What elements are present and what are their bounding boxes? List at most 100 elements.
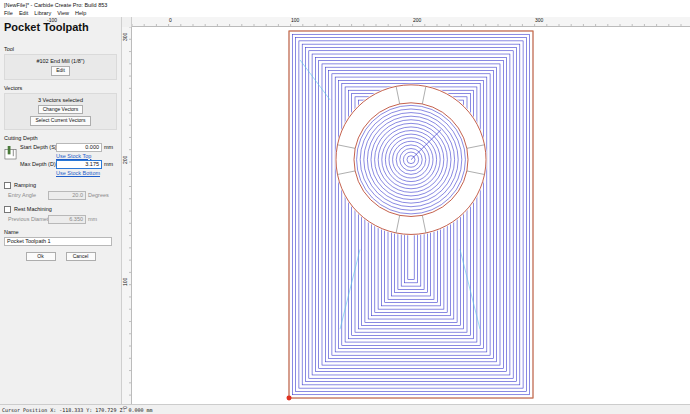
main-area: Pocket Toolpath Tool #102 End Mill (1/8"… xyxy=(0,17,690,404)
toolpath-pass xyxy=(312,54,510,375)
toolpath-pass xyxy=(385,126,438,302)
checkbox[interactable] xyxy=(4,206,11,213)
unit-label: Degrees xyxy=(88,192,109,198)
toolpath-pass xyxy=(345,87,477,342)
toolpath-pass xyxy=(342,84,480,346)
ring-tab xyxy=(422,215,426,233)
menu-bar: File Edit Library View Help xyxy=(0,9,690,17)
edit-tool-button[interactable]: Edit xyxy=(51,66,70,76)
left-ruler-ticks xyxy=(122,27,131,404)
checkbox-label: Ramping xyxy=(14,182,36,188)
field-label: Start Depth (S) xyxy=(20,144,54,150)
toolpath-pass xyxy=(292,34,529,394)
title-bar: [NewFile]* - Carbide Create Pro: Build 8… xyxy=(0,0,690,9)
vectors-group: 3 Vectors selected Change VectorsSelect … xyxy=(4,93,117,130)
rapid-move xyxy=(460,249,480,329)
toolpath-pass xyxy=(362,103,461,325)
menu-item[interactable]: File xyxy=(4,10,13,16)
ruler-label: 100 xyxy=(122,278,128,286)
name-label: Name xyxy=(4,229,117,235)
window-title: [NewFile]* - Carbide Create Pro: Build 8… xyxy=(4,2,107,8)
ring-tab xyxy=(467,145,485,149)
toolpath-pass xyxy=(355,97,467,332)
depth-input[interactable]: 3.175 xyxy=(56,160,102,169)
origin-marker-icon xyxy=(287,396,292,401)
field-label: Entry Angle xyxy=(8,192,46,198)
toolpath-pass xyxy=(352,94,471,336)
vectors-button[interactable]: Change Vectors xyxy=(38,105,84,115)
dialog-button[interactable]: Ok xyxy=(26,252,56,262)
workspace: -1000100200300 3002001000 xyxy=(122,17,690,404)
tool-name: #102 End Mill (1/8") xyxy=(36,58,84,64)
toolpath-pass xyxy=(398,140,424,290)
toolpath-pass xyxy=(296,38,527,392)
cutting-depth-label: Cutting Depth xyxy=(4,135,117,141)
ring-tab xyxy=(396,215,400,233)
vectors-label: Vectors xyxy=(4,85,117,91)
menu-item[interactable]: Edit xyxy=(19,10,28,16)
option-checkbox-row[interactable]: Rest Machining xyxy=(4,206,117,213)
checkbox[interactable] xyxy=(4,182,11,189)
rapid-move xyxy=(300,60,330,100)
toolpath-pass xyxy=(365,107,457,323)
toolpath-ring xyxy=(382,131,440,189)
toolpath-pass xyxy=(381,123,440,306)
option-input: 20.0 xyxy=(48,191,86,200)
toolpath-ring xyxy=(357,105,466,214)
toolpath-ring xyxy=(367,116,454,203)
toolpath-pass xyxy=(348,90,473,339)
toolpath-ring xyxy=(378,127,444,192)
vectors-summary: 3 Vectors selected xyxy=(38,97,83,103)
toolpath-pass xyxy=(306,47,517,381)
field-label: Previous Diameter xyxy=(8,216,46,222)
toolpath-pass xyxy=(332,74,490,355)
toolpath-pass xyxy=(322,64,500,365)
ring-tab xyxy=(337,171,355,175)
vectors-button[interactable]: Select Current Vectors xyxy=(30,116,90,126)
ruler-label: 100 xyxy=(291,17,299,23)
depth-input[interactable]: 0.000 xyxy=(56,143,102,152)
toolpath-pass xyxy=(315,57,506,371)
toolpath-pass xyxy=(401,143,421,286)
stock-link[interactable]: Use Stock Top xyxy=(20,153,117,159)
design-canvas[interactable] xyxy=(132,27,690,404)
ruler-label: 200 xyxy=(122,155,128,163)
unit-label: mm xyxy=(104,144,113,150)
menu-item[interactable]: View xyxy=(57,10,69,16)
ruler-label: 300 xyxy=(535,17,543,23)
toolpath-pass xyxy=(309,51,513,379)
stock-link[interactable]: Use Stock Bottom xyxy=(20,170,117,176)
depth-field-row: Start Depth (S) 0.000 mm xyxy=(20,143,117,152)
menu-item[interactable]: Help xyxy=(75,10,86,16)
toolpath-pass xyxy=(375,117,447,313)
toolpath-pass xyxy=(319,61,504,369)
menu-item[interactable]: Library xyxy=(34,10,51,16)
toolpath-pass xyxy=(408,149,414,279)
toolpath-ring xyxy=(375,123,448,196)
toolpath-pass xyxy=(335,77,487,352)
name-input[interactable]: Pocket Toolpath 1 xyxy=(4,237,112,246)
toolpath-pass xyxy=(372,113,451,315)
dialog-actions: Ok Cancel xyxy=(4,252,117,262)
ruler-label: 0 xyxy=(122,406,128,409)
outer-vector xyxy=(336,85,486,235)
inner-vector xyxy=(354,103,468,217)
ruler-label: 300 xyxy=(122,33,128,41)
toolpath-pass xyxy=(289,31,533,398)
rapid-move xyxy=(340,249,360,329)
dialog-button[interactable]: Cancel xyxy=(66,252,96,262)
ruler-label: 0 xyxy=(169,17,172,23)
toolpath-pass xyxy=(395,136,428,292)
option-input: 6.350 xyxy=(48,215,86,224)
unit-label: mm xyxy=(88,216,97,222)
option-checkbox-row[interactable]: Ramping xyxy=(4,182,117,189)
toolpath-ring xyxy=(364,113,458,207)
left-ruler: 3002001000 xyxy=(122,27,132,404)
ruler-corner xyxy=(122,17,132,27)
toolpath-pass xyxy=(329,70,494,358)
ring-tab xyxy=(337,145,355,149)
status-bar: Cursor Position X: -118.333 Y: 170.729 Z… xyxy=(0,404,690,414)
toolpath-pass xyxy=(302,44,520,385)
depth-diagram-icon xyxy=(4,145,17,160)
toolpath-pass xyxy=(405,146,418,283)
